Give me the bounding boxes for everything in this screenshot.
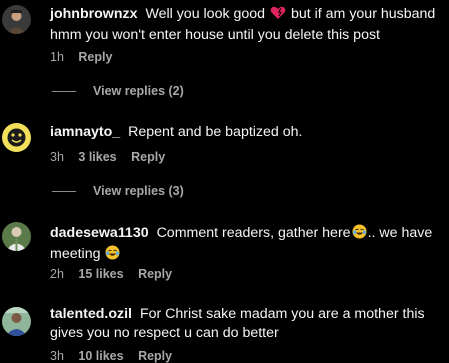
laughing-emoji-icon xyxy=(105,245,120,266)
comment-meta: 3h 10 likes Reply xyxy=(50,349,183,363)
comment-text: dadesewa1130 Comment readers, gather her… xyxy=(50,224,441,266)
reply-button[interactable]: Reply xyxy=(78,50,112,64)
avatar[interactable] xyxy=(2,5,31,34)
likes-count[interactable]: 15 likes xyxy=(78,267,123,281)
avatar[interactable] xyxy=(2,307,31,336)
comment-time: 3h xyxy=(50,150,64,164)
comment-meta: 1h Reply xyxy=(50,50,123,64)
comment-username[interactable]: dadesewa1130 xyxy=(50,225,149,241)
reply-button[interactable]: Reply xyxy=(138,267,172,281)
comment-username[interactable]: iamnayto_ xyxy=(50,124,120,140)
heart-icon xyxy=(270,6,286,26)
reply-button[interactable]: Reply xyxy=(138,349,172,363)
comment-time: 3h xyxy=(50,349,64,363)
likes-count[interactable]: 10 likes xyxy=(78,349,123,363)
comment-meta: 2h 15 likes Reply xyxy=(50,267,183,281)
comment-text: talented.ozil For Christ sake madam you … xyxy=(50,306,425,341)
view-replies-button[interactable]: View replies (3) xyxy=(52,184,184,198)
comment-text: johnbrownzx Well you look good but if am… xyxy=(50,6,436,43)
comment-username[interactable]: johnbrownzx xyxy=(50,6,137,22)
avatar[interactable] xyxy=(2,222,31,251)
view-replies-divider xyxy=(52,191,76,193)
comment-meta: 3h 3 likes Reply xyxy=(50,150,176,164)
view-replies-divider xyxy=(52,91,76,93)
comment-time: 1h xyxy=(50,50,64,64)
comment-text: iamnayto_ Repent and be baptized oh. xyxy=(50,124,303,140)
comment-time: 2h xyxy=(50,267,64,281)
view-replies-button[interactable]: View replies (2) xyxy=(52,84,184,98)
likes-count[interactable]: 3 likes xyxy=(78,150,116,164)
laughing-emoji-icon xyxy=(352,224,367,245)
avatar[interactable] xyxy=(2,123,31,152)
reply-button[interactable]: Reply xyxy=(131,150,165,164)
comment-username[interactable]: talented.ozil xyxy=(50,306,132,322)
